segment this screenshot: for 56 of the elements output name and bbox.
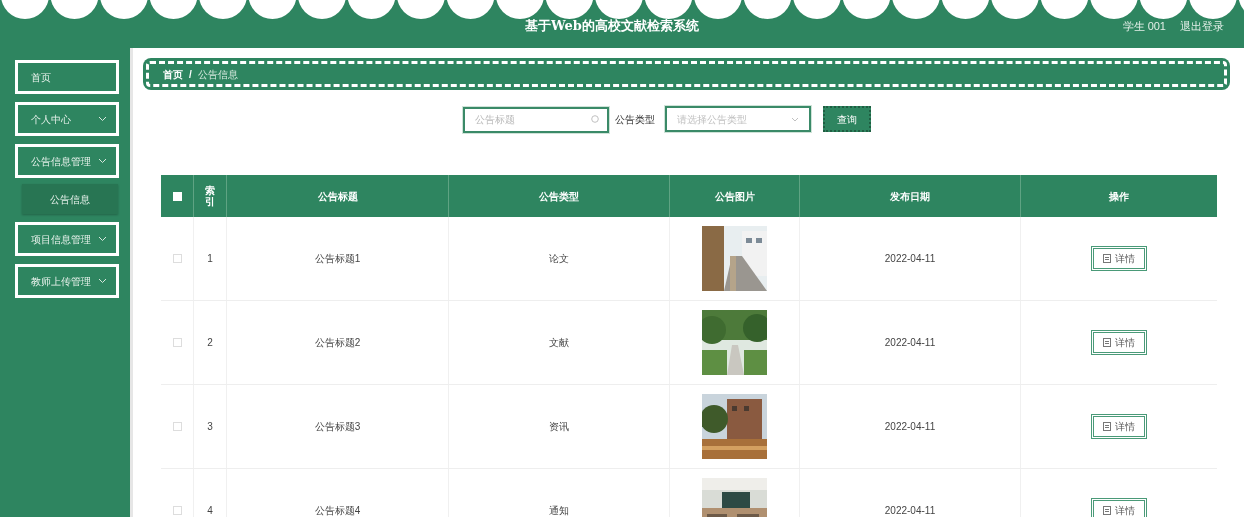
column-header: 操作	[1109, 189, 1129, 204]
row-checkbox[interactable]	[172, 422, 182, 431]
table-cell-text: 1	[207, 252, 213, 266]
breadcrumb-separator: /	[189, 67, 192, 82]
table-cell-text: 2	[207, 336, 213, 350]
table-cell-text: 论文	[549, 252, 569, 266]
table-cell-text: 通知	[549, 504, 569, 517]
chevron-down-icon	[790, 116, 799, 122]
table-cell-text: 文献	[549, 336, 569, 350]
row-checkbox[interactable]	[172, 338, 182, 347]
column-header: 公告标题	[317, 189, 358, 204]
document-icon	[1103, 338, 1111, 347]
column-header: 公告图片	[714, 189, 755, 204]
breadcrumb-item[interactable]: 首页	[163, 66, 183, 82]
app-title: 基于Web的高校文献检索系统	[525, 17, 699, 36]
document-icon	[1103, 422, 1111, 431]
chevron-down-icon	[98, 278, 107, 284]
detail-button[interactable]: 详情	[1091, 414, 1147, 439]
detail-button[interactable]: 详情	[1091, 330, 1147, 355]
table-cell-text: 2022-04-11	[884, 336, 936, 350]
menu-item[interactable]: 首页	[15, 60, 119, 94]
row-checkbox[interactable]	[172, 506, 182, 515]
column-header: 发布日期	[890, 189, 930, 204]
document-icon	[1103, 254, 1111, 263]
table-cell-text: 公告标题4	[314, 504, 361, 517]
submenu-item[interactable]: 公告信息	[22, 184, 118, 214]
column-header: 索引	[204, 184, 216, 208]
chevron-down-icon	[98, 116, 107, 122]
logout-link[interactable]: 退出登录	[1180, 17, 1224, 35]
search-button[interactable]: 查询	[822, 106, 871, 132]
table-cell-text: 公告标题1	[314, 252, 361, 266]
menu-item[interactable]: 公告信息管理	[15, 144, 119, 178]
table-cell-text: 公告标题2	[314, 336, 361, 350]
menu-item[interactable]: 项目信息管理	[15, 222, 119, 256]
table-cell-text: 资讯	[549, 420, 569, 434]
menu-item[interactable]: 个人中心	[15, 102, 119, 136]
circle-icon	[590, 115, 599, 123]
chevron-down-icon	[98, 158, 107, 164]
table-cell-text: 3	[207, 420, 213, 434]
column-header: 公告类型	[539, 189, 579, 204]
select-all-checkbox[interactable]	[172, 191, 182, 201]
table-cell-text: 4	[207, 504, 213, 517]
row-checkbox[interactable]	[172, 254, 182, 263]
title-search-field[interactable]: 公告标题	[462, 106, 609, 133]
detail-button[interactable]: 详情	[1091, 246, 1147, 271]
document-icon	[1103, 506, 1111, 515]
breadcrumb-item: 公告信息	[197, 67, 238, 82]
detail-button[interactable]: 详情	[1091, 498, 1147, 517]
table-cell-text: 2022-04-11	[884, 420, 936, 434]
chevron-down-icon	[98, 236, 107, 242]
table-cell-text: 2022-04-11	[884, 252, 936, 266]
menu-item[interactable]: 教师上传管理	[15, 264, 119, 298]
table-cell-text: 2022-04-11	[884, 504, 936, 517]
type-label: 公告类型	[614, 112, 655, 127]
table-cell-text: 公告标题3	[314, 420, 361, 434]
user-label: 学生 001	[1122, 18, 1166, 34]
